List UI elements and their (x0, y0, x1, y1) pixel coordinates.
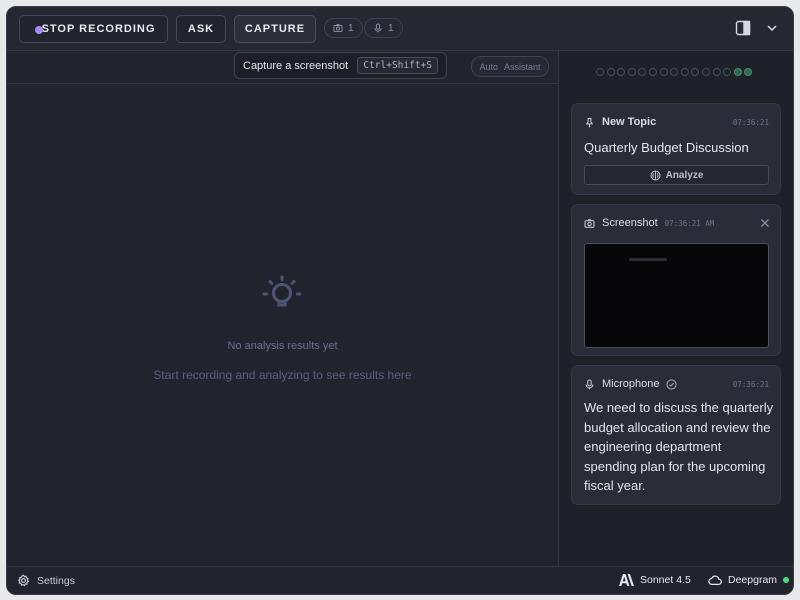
camera-icon (584, 218, 595, 228)
lightbulb-icon (262, 275, 302, 307)
progress-dot (701, 68, 710, 76)
empty-state-subtitle: Start recording and analyzing to see res… (153, 368, 412, 382)
pin-icon (585, 117, 594, 127)
progress-dot (638, 68, 647, 76)
top-toolbar: STOP RECORDING ASK CAPTURE 1 1 (7, 7, 793, 51)
progress-dot (723, 68, 732, 76)
stop-recording-label: STOP RECORDING (41, 23, 156, 35)
empty-state: No analysis results yet Start recording … (7, 84, 558, 566)
recording-indicator-icon (35, 26, 43, 34)
progress-dot (617, 68, 626, 76)
microphone-card-header: Microphone (584, 377, 678, 391)
app-window: STOP RECORDING ASK CAPTURE 1 1 Capture a… (6, 6, 794, 595)
capture-label: CAPTURE (244, 23, 306, 35)
analysis-subheader: Capture a screenshot Ctrl+Shift+S Auto A… (7, 51, 558, 84)
screenshot-count: 1 (348, 22, 354, 34)
topic-card-title: New Topic (602, 116, 657, 128)
event-feed-panel: New Topic 07:36:21 Quarterly Budget Disc… (558, 51, 793, 566)
progress-dot (712, 68, 721, 76)
screenshot-card-time: 07:36:21 AM (664, 218, 715, 228)
ask-label: ASK (187, 23, 215, 35)
ask-button[interactable]: ASK (176, 15, 226, 43)
stop-recording-button[interactable]: STOP RECORDING (19, 15, 168, 43)
topic-text: Quarterly Budget Discussion (584, 140, 749, 155)
screenshot-count-badge[interactable]: 1 (324, 18, 363, 38)
camera-icon (333, 24, 343, 32)
mode-auto-label: Auto (479, 61, 498, 72)
mic-count-badge[interactable]: 1 (364, 18, 403, 38)
tooltip-text: Capture a screenshot (243, 59, 349, 72)
model-selector[interactable]: Sonnet 4.5 (619, 574, 691, 586)
transcript-text: We need to discuss the quarterly budget … (584, 400, 774, 494)
model-label: Sonnet 4.5 (640, 574, 691, 586)
check-circle-icon (666, 378, 678, 390)
progress-dot (744, 68, 753, 76)
screenshot-card-title: Screenshot (602, 217, 658, 229)
status-bar: Settings Sonnet 4.5 Deepgram (7, 566, 793, 594)
progress-dot (659, 68, 668, 76)
capture-tooltip: Capture a screenshot Ctrl+Shift+S (234, 52, 447, 79)
microphone-card-title: Microphone (602, 378, 660, 390)
transcriber-label: Deepgram (728, 574, 778, 586)
transcriber-status[interactable]: Deepgram (708, 574, 790, 586)
capture-button[interactable]: CAPTURE (234, 15, 316, 43)
anthropic-logo-icon (619, 574, 634, 586)
topic-card-time: 07:36:21 (732, 118, 769, 127)
microphone-card: Microphone 07:36:21 We need to discuss t… (571, 365, 781, 505)
screenshot-thumbnail[interactable] (584, 243, 769, 348)
progress-dot (606, 68, 615, 76)
settings-label: Settings (37, 574, 75, 587)
gear-icon (17, 574, 30, 587)
mode-toggle[interactable]: Auto Assistant (471, 56, 549, 77)
progress-dot (670, 68, 679, 76)
analyze-label: Analyze (665, 169, 704, 181)
cloud-icon (708, 575, 722, 585)
topic-card-header: New Topic (584, 115, 656, 129)
progress-dot (680, 68, 689, 76)
brain-icon (650, 170, 661, 180)
empty-state-title: No analysis results yet (227, 340, 338, 352)
toggle-panel-icon[interactable] (735, 20, 751, 36)
settings-button[interactable]: Settings (17, 574, 75, 587)
connection-status-dot (783, 577, 790, 583)
mode-assistant-label: Assistant (504, 61, 541, 72)
topic-card: New Topic 07:36:21 Quarterly Budget Disc… (571, 103, 781, 195)
microphone-card-time: 07:36:21 (732, 380, 769, 389)
mic-count: 1 (388, 22, 394, 34)
close-icon[interactable] (759, 217, 771, 229)
progress-dot (648, 68, 657, 76)
analyze-button[interactable]: Analyze (584, 165, 769, 185)
microphone-icon (374, 23, 382, 33)
progress-dot (627, 68, 636, 76)
analysis-panel: Capture a screenshot Ctrl+Shift+S Auto A… (7, 51, 558, 566)
chevron-down-icon[interactable] (764, 20, 780, 36)
progress-dot (691, 68, 700, 76)
thumbnail-content (629, 258, 667, 261)
progress-dots (596, 68, 753, 78)
screenshot-card-header: Screenshot 07:36:21 AM (584, 216, 714, 230)
screenshot-card: Screenshot 07:36:21 AM (571, 204, 781, 356)
progress-dot (733, 68, 742, 76)
keyboard-shortcut: Ctrl+Shift+S (357, 57, 438, 74)
progress-dot (596, 68, 604, 76)
microphone-icon (585, 379, 594, 389)
